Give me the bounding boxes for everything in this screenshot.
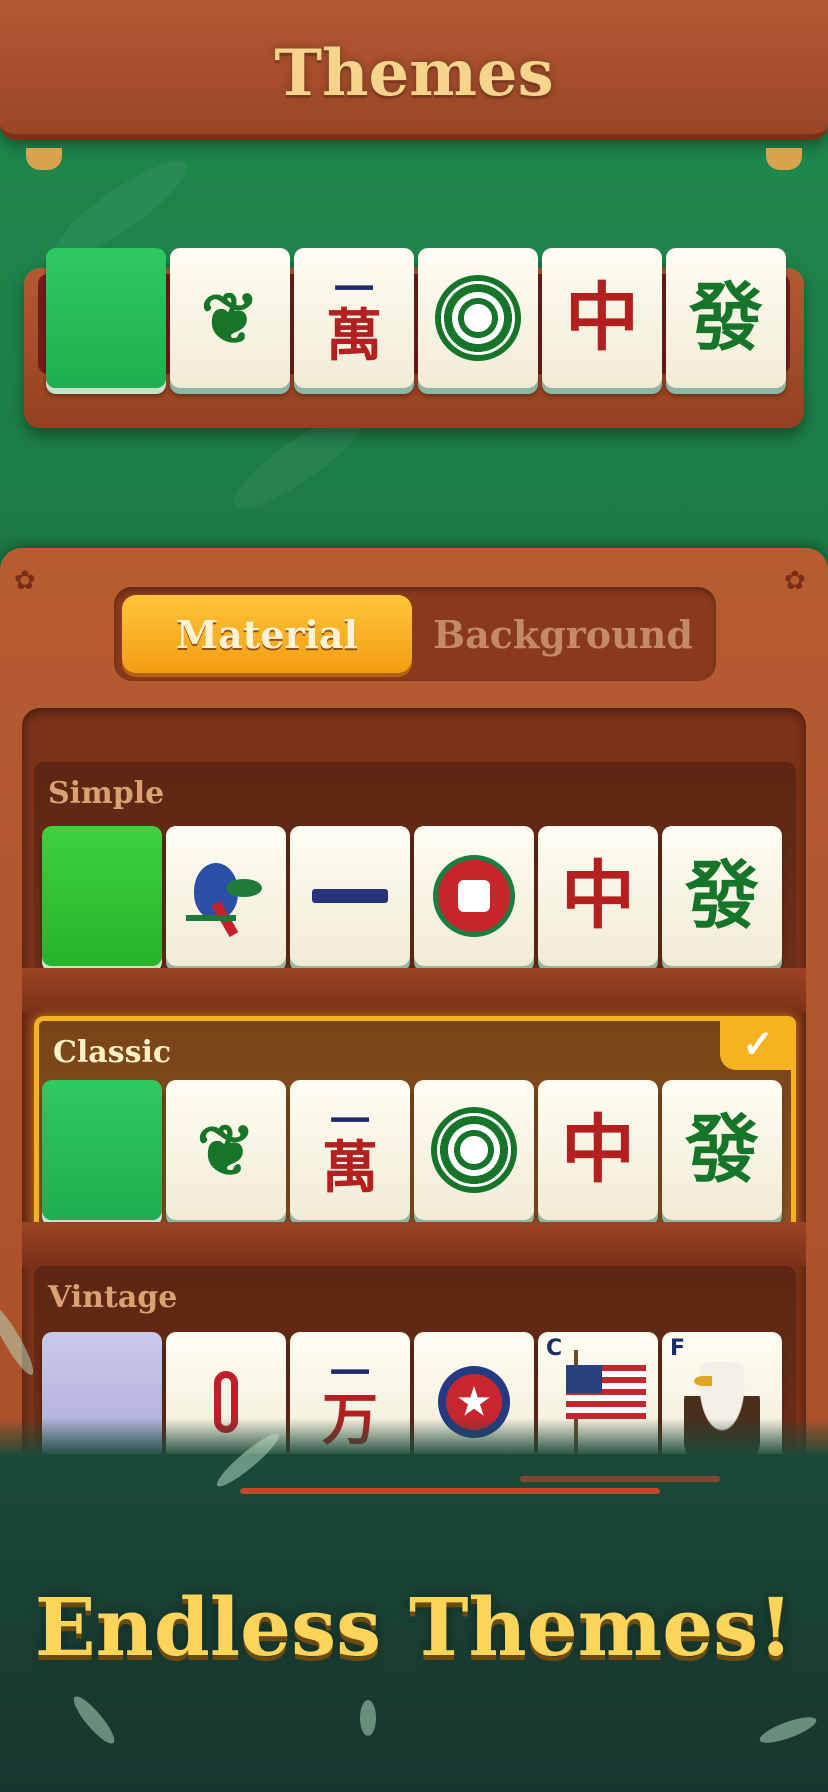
tile-one-circle [418,248,538,388]
bird-icon: ❦ [196,1108,256,1192]
section-label: Classic [53,1035,172,1070]
shelf-divider [22,1222,806,1266]
tile-one-circle [414,826,534,966]
tab-background[interactable]: Background [418,595,708,673]
tile-back [42,1080,162,1220]
tile-green-dragon: 發 [662,826,782,966]
tile-one-bamboo [166,826,286,966]
tile-one-character: 一萬 [290,1080,410,1220]
preview-tile-row: ❦ 一萬 中 發 [46,248,786,388]
circle-icon [433,855,515,937]
checkmark-icon: ✓ [720,1016,796,1070]
tray-foot-left [26,148,62,170]
tile-one-character: 一萬 [294,248,414,388]
tile-back [46,248,166,388]
brush-streak [240,1488,660,1494]
section-label: Vintage [48,1280,178,1315]
dash-icon [312,889,388,903]
tile-one-circle [414,1080,534,1220]
brush-streak [520,1476,720,1482]
tray-foot-right [766,148,802,170]
theme-type-toggle: Material Background [114,587,716,681]
section-label: Simple [48,776,165,811]
leaf-corner-icon: ✿ [14,566,36,596]
leaf-corner-icon: ✿ [784,566,806,596]
bamboo-leaf-icon [360,1700,376,1736]
tile-red-dragon: 中 [538,1080,658,1220]
banner-title: Endless Themes! [34,1580,794,1674]
tile-red-dragon: 中 [538,826,658,966]
bird-icon: ❦ [200,276,260,360]
tile-green-dragon: 發 [666,248,786,388]
tile-one-bamboo: ❦ [166,1080,286,1220]
page-title: Themes [274,36,554,111]
header-bar: Themes [0,0,828,140]
tile-back [42,826,162,966]
tab-material[interactable]: Material [122,595,412,673]
tile-one-bamboo: ❦ [170,248,290,388]
circle-icon [431,1107,517,1193]
flag-icon [566,1365,646,1419]
tile-green-dragon: 發 [662,1080,782,1220]
shelf-divider [22,968,806,1012]
circle-icon [435,275,521,361]
tile-red-dragon: 中 [542,248,662,388]
simple-tile-row: 中 發 [42,826,782,966]
bird-icon [186,851,266,941]
classic-tile-row: ❦ 一萬 中 發 [42,1080,782,1220]
tile-one-character [290,826,410,966]
